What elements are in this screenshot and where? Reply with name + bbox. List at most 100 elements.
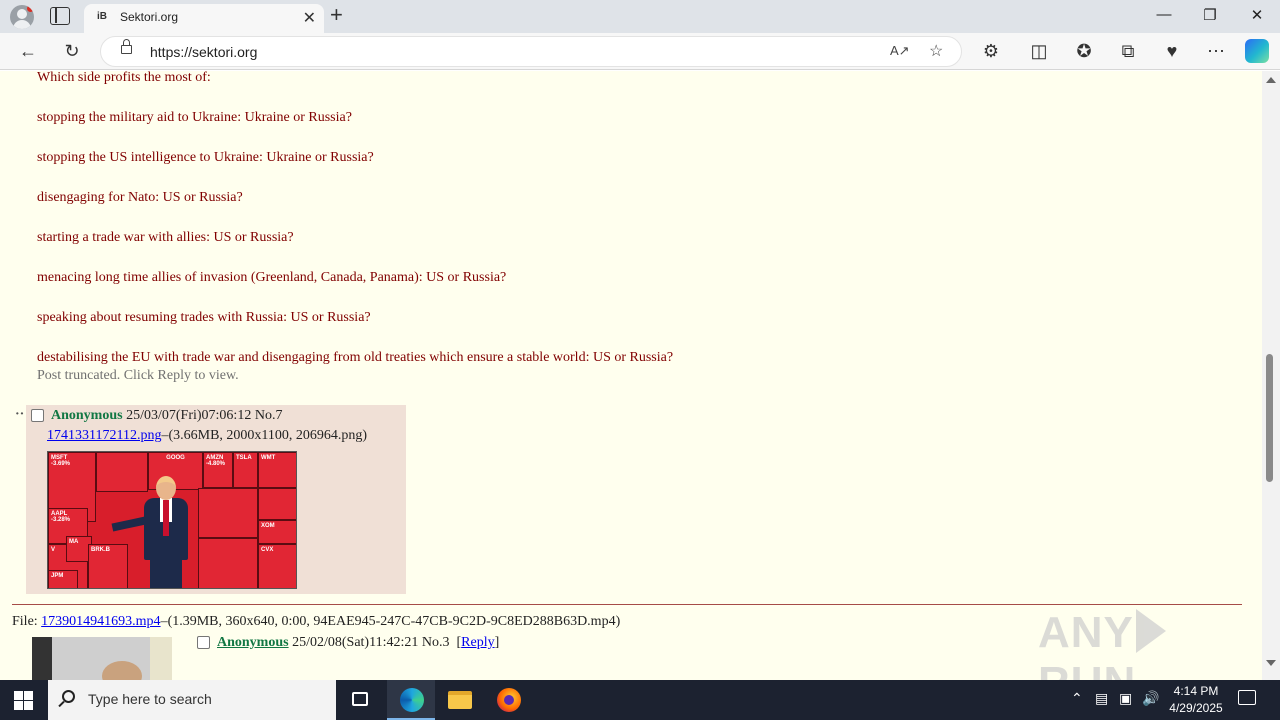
tab-actions-icon[interactable] xyxy=(50,7,70,25)
firefox-icon xyxy=(497,688,521,712)
play-icon xyxy=(1135,609,1166,653)
task-view-icon xyxy=(352,692,368,706)
performance-icon[interactable]: ♥ xyxy=(1161,40,1183,62)
folder-icon xyxy=(448,691,472,709)
show-hidden-icons-icon[interactable]: ⌃ xyxy=(1071,690,1083,707)
reply-file-info: 1741331172112.png–(3.66MB, 2000x1100, 20… xyxy=(47,428,367,444)
post-line: stopping the US intelligence to Ukraine:… xyxy=(37,150,374,165)
post-line: starting a trade war with allies: US or … xyxy=(37,230,294,245)
person-figure xyxy=(111,476,196,588)
thumb-label: GOOG xyxy=(166,455,185,461)
favorites-icon[interactable]: ✪ xyxy=(1073,40,1095,62)
address-bar[interactable]: https://sektori.org A↗ ☆ xyxy=(100,36,962,67)
post-number[interactable]: No.3 xyxy=(422,635,450,650)
minimize-button[interactable]: — xyxy=(1154,6,1174,23)
browser-tab[interactable]: iB Sektori.org ✕ xyxy=(84,4,324,33)
reply-link[interactable]: Reply xyxy=(461,635,494,650)
file-label: File: xyxy=(12,614,38,629)
device-icon[interactable]: ▤ xyxy=(1095,690,1108,707)
back-icon[interactable]: ← xyxy=(17,40,39,62)
network-icon[interactable]: ▣ xyxy=(1119,690,1132,707)
thumb-label: -3.69% xyxy=(51,461,71,467)
tab-title: Sektori.org xyxy=(120,10,179,24)
copilot-icon[interactable] xyxy=(1245,39,1269,63)
anyrun-watermark: ANYRUN xyxy=(1038,608,1262,680)
thumb-label: XOM xyxy=(261,523,275,529)
thumb-label: V xyxy=(51,547,56,553)
close-window-button[interactable]: ✕ xyxy=(1247,6,1267,24)
file-details: –(3.66MB, 2000x1100, 206964.png) xyxy=(161,428,368,443)
taskbar-firefox[interactable] xyxy=(485,680,533,720)
taskbar-edge[interactable] xyxy=(387,680,435,720)
profile-avatar-icon[interactable] xyxy=(10,5,34,29)
reply-marker: ·· xyxy=(15,407,25,422)
thread-file-info: File: 1739014941693.mp4–(1.39MB, 360x640… xyxy=(12,614,620,630)
post-line: stopping the military aid to Ukraine: Uk… xyxy=(37,110,352,125)
restore-button[interactable]: ❐ xyxy=(1200,6,1220,24)
browser-toolbar: ← ↻ https://sektori.org A↗ ☆ ⚙ ◫ ✪ ⧉ ♥ ⋯ xyxy=(0,33,1280,70)
page-scrollbar[interactable] xyxy=(1262,71,1280,680)
thumb-label: WMT xyxy=(261,455,276,461)
lock-icon[interactable] xyxy=(121,39,132,54)
reply-select-checkbox[interactable] xyxy=(31,409,44,422)
reply-post-header: Anonymous 25/03/07(Fri)07:06:12 No.7 xyxy=(51,408,282,424)
post-line: destabilising the EU with trade war and … xyxy=(37,350,674,365)
title-bar: iB Sektori.org ✕ + — ❐ ✕ xyxy=(0,0,1280,33)
scroll-down-icon[interactable] xyxy=(1266,660,1276,666)
task-view-button[interactable] xyxy=(336,680,384,720)
post-number[interactable]: No.7 xyxy=(255,408,283,423)
thumb-label: -4.80% xyxy=(206,461,226,467)
thumb-label: MA xyxy=(69,539,79,545)
poster-name[interactable]: Anonymous xyxy=(217,635,289,650)
file-link[interactable]: 1739014941693.mp4 xyxy=(41,614,160,629)
collections-icon[interactable]: ⧉ xyxy=(1117,40,1139,62)
thumb-label: TSLA xyxy=(236,455,252,461)
post-datetime: 25/02/08(Sat)11:42:21 xyxy=(292,635,419,650)
post-line: disengaging for Nato: US or Russia? xyxy=(37,190,243,205)
thread-select-checkbox[interactable] xyxy=(197,636,210,649)
favorite-star-icon[interactable]: ☆ xyxy=(929,41,943,61)
file-link[interactable]: 1741331172112.png xyxy=(47,428,161,443)
taskbar-search-box[interactable]: Type here to search xyxy=(48,680,336,720)
thumb-label: -3.28% xyxy=(51,517,71,523)
extensions-icon[interactable]: ⚙ xyxy=(980,40,1002,62)
search-icon xyxy=(62,690,75,703)
post-message: Which side profits the most of: stopping… xyxy=(37,71,673,388)
thread-post-header: Anonymous 25/02/08(Sat)11:42:21 No.3 [Re… xyxy=(217,635,500,650)
search-placeholder: Type here to search xyxy=(88,691,212,707)
scroll-up-icon[interactable] xyxy=(1266,77,1276,83)
clock-date: 4/29/2025 xyxy=(1169,701,1223,715)
volume-icon[interactable]: 🔊 xyxy=(1142,690,1159,707)
post-image-thumbnail[interactable]: MSFT -3.69% GOOG AMZN -4.80% TSLA WMT AAPL… xyxy=(47,451,297,589)
video-thumbnail[interactable] xyxy=(32,637,172,680)
refresh-icon[interactable]: ↻ xyxy=(61,40,83,62)
notification-icon[interactable] xyxy=(1238,690,1256,705)
windows-start-icon[interactable] xyxy=(14,691,33,710)
thumb-label: BRK.B xyxy=(91,547,110,553)
scrollbar-thumb[interactable] xyxy=(1266,354,1273,482)
split-screen-icon[interactable]: ◫ xyxy=(1028,40,1050,62)
post-line: menacing long time allies of invasion (G… xyxy=(37,270,507,285)
page-content: Which side profits the most of: stopping… xyxy=(0,71,1262,680)
url-text[interactable]: https://sektori.org xyxy=(150,44,257,60)
read-aloud-icon[interactable]: A↗ xyxy=(890,43,910,59)
file-details: –(1.39MB, 360x640, 0:00, 94EAE945-247C-4… xyxy=(160,614,621,629)
thumb-label: JPM xyxy=(51,573,64,579)
tab-favicon: iB xyxy=(97,11,107,22)
taskbar-file-explorer[interactable] xyxy=(436,680,484,720)
new-tab-button[interactable]: + xyxy=(330,3,343,27)
watermark-text: ANY xyxy=(1038,608,1134,657)
more-menu-icon[interactable]: ⋯ xyxy=(1205,40,1227,62)
windows-taskbar: Type here to search ⌃ ▤ ▣ 🔊 4:14 PM 4/29… xyxy=(0,680,1280,720)
post-datetime: 25/03/07(Fri)07:06:12 xyxy=(126,408,252,423)
post-truncated-note: Post truncated. Click Reply to view. xyxy=(37,368,239,383)
post-line: speaking about resuming trades with Russ… xyxy=(37,310,371,325)
thread-divider xyxy=(12,604,1242,605)
thumb-label: CVX xyxy=(261,547,274,553)
taskbar-clock[interactable]: 4:14 PM 4/29/2025 xyxy=(1160,683,1232,717)
poster-name: Anonymous xyxy=(51,408,123,423)
tab-close-icon[interactable]: ✕ xyxy=(303,8,316,28)
post-line: Which side profits the most of: xyxy=(37,71,211,85)
clock-time: 4:14 PM xyxy=(1173,684,1219,698)
edge-icon xyxy=(400,688,424,712)
